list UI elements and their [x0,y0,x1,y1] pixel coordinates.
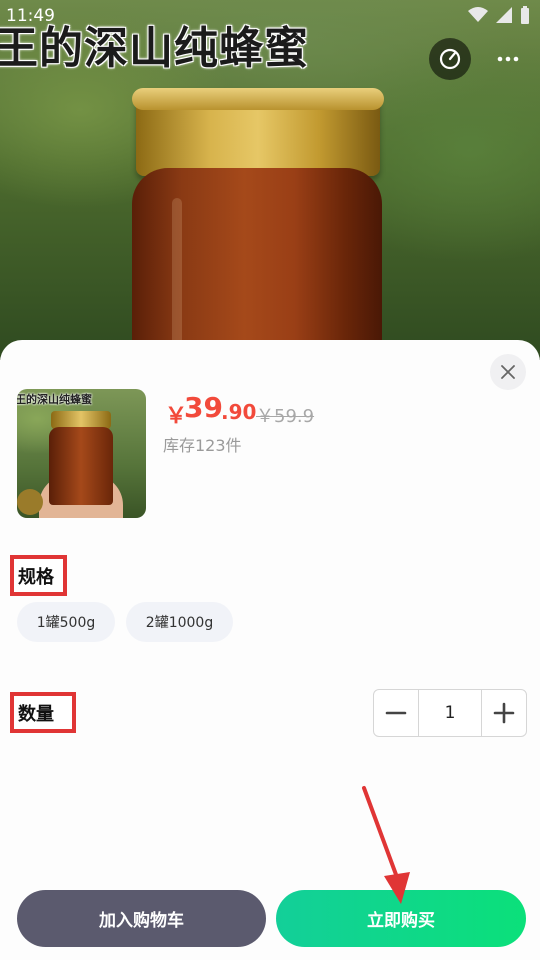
status-bar: 11:49 [0,0,540,34]
signal-icon [496,7,512,23]
quantity-stepper: 1 [373,689,527,737]
original-price: ￥59.9 [256,406,315,427]
thumb-title: 王的深山纯蜂蜜 [17,393,92,406]
more-icon [497,56,519,62]
quantity-label-box: 数量 [10,692,76,733]
price-integer: 39 [184,391,223,424]
more-button[interactable] [487,38,529,80]
product-thumbnail: 王的深山纯蜂蜜 [17,389,146,518]
minus-icon [385,711,407,715]
quantity-value[interactable]: 1 [419,690,481,736]
jar-body [132,168,382,360]
status-time: 11:49 [6,6,55,26]
battery-icon [521,6,529,24]
thumb-honeycomb [17,489,43,515]
spec-option-1[interactable]: 1罐500g [17,602,115,642]
quantity-label: 数量 [18,704,54,725]
share-icon [439,48,461,70]
spec-label: 规格 [18,567,54,588]
buy-now-button[interactable]: 立即购买 [276,890,526,947]
spec-option-2[interactable]: 2罐1000g [126,602,233,642]
add-to-cart-button[interactable]: 加入购物车 [17,890,266,947]
quantity-increase-button[interactable] [481,690,526,736]
wifi-icon [468,7,488,22]
close-icon [501,365,515,379]
plus-icon [493,702,515,724]
status-icons [468,6,530,24]
share-button[interactable] [429,38,471,80]
close-button[interactable] [490,354,526,390]
jar-lid [132,88,384,176]
price-decimal: .90 [221,400,257,424]
quantity-decrease-button[interactable] [374,690,419,736]
spec-label-box: 规格 [10,555,67,596]
stock-count: 库存123件 [163,436,242,455]
thumb-jar [49,427,113,505]
